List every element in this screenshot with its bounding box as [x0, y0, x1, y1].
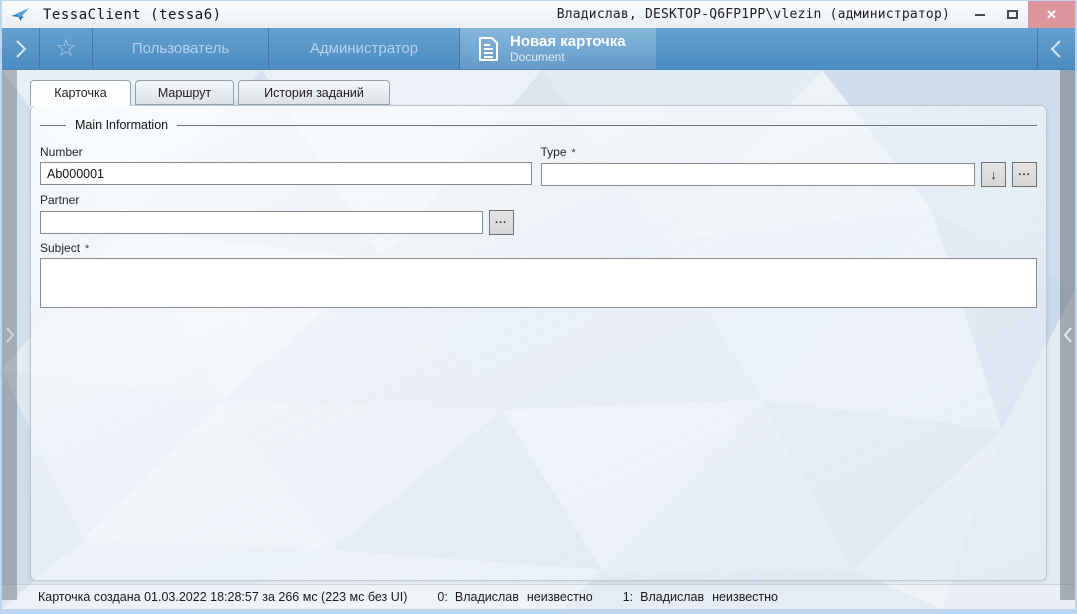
nav-tab-user[interactable]: Пользователь	[93, 28, 268, 69]
required-mark: *	[85, 243, 89, 255]
active-card-subtitle: Document	[510, 50, 626, 64]
type-label: Type*	[541, 145, 1037, 159]
tessa-logo-icon	[9, 6, 33, 24]
status-counter-1: 1: Владислав неизвестно	[623, 590, 778, 604]
partner-label: Partner	[40, 193, 514, 207]
active-card-title: Новая карточка	[510, 33, 626, 50]
ellipsis-icon: ...	[495, 214, 507, 226]
nav-tab-new-card[interactable]: Новая карточка Document	[460, 28, 656, 69]
content-area: Карточка Маршрут История заданий Main In…	[2, 70, 1075, 609]
down-arrow-icon: ↓	[990, 167, 997, 182]
type-browse-button[interactable]: ...	[1012, 162, 1037, 187]
window-title: TessaClient (tessa6)	[43, 7, 222, 23]
tab-task-history[interactable]: История заданий	[238, 80, 390, 105]
document-icon	[478, 36, 499, 62]
status-bar: Карточка создана 01.03.2022 18:28:57 за …	[2, 584, 1075, 609]
type-select-button[interactable]: ↓	[981, 162, 1006, 187]
left-panel-expander[interactable]	[2, 70, 17, 600]
status-counter-0: 0: Владислав неизвестно	[437, 590, 592, 604]
close-button[interactable]: ✕	[1028, 1, 1075, 28]
tab-card[interactable]: Карточка	[30, 80, 131, 106]
nav-tab-admin[interactable]: Администратор	[269, 28, 459, 69]
partner-browse-button[interactable]: ...	[489, 210, 514, 235]
number-label: Number	[40, 145, 532, 159]
maximize-icon	[1007, 10, 1018, 19]
chevron-left-icon	[1063, 326, 1073, 344]
tab-route[interactable]: Маршрут	[135, 80, 234, 105]
partner-input[interactable]	[40, 211, 483, 234]
favorites-button[interactable]: ☆	[40, 28, 92, 69]
card-page: Main Information Number Type*	[30, 105, 1047, 581]
group-title: Main Information	[66, 118, 177, 132]
chevron-left-icon	[1050, 38, 1063, 60]
type-input[interactable]	[541, 163, 975, 186]
chevron-right-icon	[14, 38, 27, 60]
number-input[interactable]	[40, 162, 532, 185]
ellipsis-icon: ...	[1018, 166, 1030, 178]
nav-collapse-right-button[interactable]	[1038, 28, 1075, 69]
required-mark: *	[572, 147, 576, 159]
minimize-button[interactable]	[964, 1, 996, 28]
chevron-right-icon	[5, 326, 15, 344]
main-information-group: Main Information	[40, 118, 1037, 132]
maximize-button[interactable]	[996, 1, 1028, 28]
logged-in-user: Владислав, DESKTOP-Q6FP1PP\vlezin (админ…	[557, 7, 950, 22]
title-bar: TessaClient (tessa6) Владислав, DESKTOP-…	[2, 1, 1075, 28]
star-icon: ☆	[55, 37, 77, 61]
app-window: TessaClient (tessa6) Владислав, DESKTOP-…	[0, 0, 1077, 614]
subject-input[interactable]	[40, 258, 1037, 308]
card-created-status: Карточка создана 01.03.2022 18:28:57 за …	[38, 590, 407, 604]
close-icon: ✕	[1046, 7, 1057, 23]
minimize-icon	[975, 14, 985, 16]
subject-label: Subject*	[40, 241, 1037, 255]
main-navbar: ☆ Пользователь Администратор Новая карто…	[2, 28, 1075, 70]
card-tabstrip: Карточка Маршрут История заданий	[30, 80, 1075, 105]
nav-expand-button[interactable]	[2, 28, 39, 69]
right-panel-expander[interactable]	[1060, 70, 1075, 600]
